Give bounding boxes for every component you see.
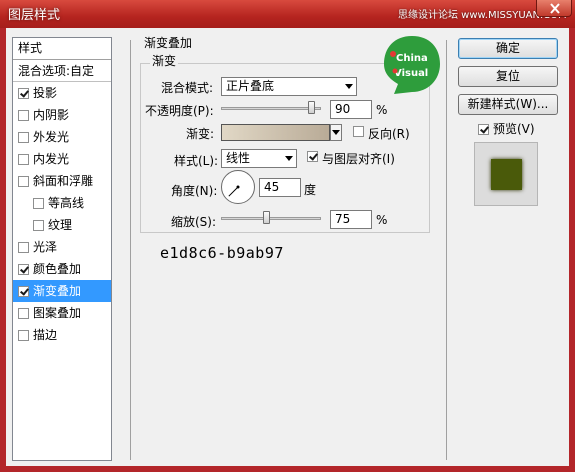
style-checkbox[interactable] [18, 330, 29, 341]
style-select[interactable]: 线性 [221, 149, 297, 168]
preview-toggle[interactable]: 预览(V) [478, 120, 535, 137]
opacity-percent: % [376, 103, 388, 117]
style-checkbox[interactable] [18, 110, 29, 121]
style-list-item[interactable]: 混合选项:自定 [13, 60, 111, 82]
style-list-item-label: 描边 [33, 328, 58, 342]
styles-list: 样式 混合选项:自定投影内阴影外发光内发光斜面和浮雕等高线纹理光泽颜色叠加渐变叠… [12, 37, 112, 461]
style-list-item[interactable]: 纹理 [13, 214, 111, 236]
blend-mode-select[interactable]: 正片叠底 [221, 77, 357, 96]
opacity-slider-thumb[interactable] [308, 101, 315, 114]
style-list-item[interactable]: 斜面和浮雕 [13, 170, 111, 192]
style-list-item[interactable]: 描边 [13, 324, 111, 346]
reverse-label: 反向(R) [368, 127, 410, 141]
panel-title: 渐变叠加 [142, 34, 195, 51]
style-list-item-label: 内阴影 [33, 108, 70, 122]
style-checkbox[interactable] [18, 154, 29, 165]
logo-text-line2: Visual [394, 68, 428, 79]
style-checkbox[interactable] [18, 176, 29, 187]
preview-thumbnail [474, 142, 538, 206]
style-list-item-label: 内发光 [33, 152, 70, 166]
style-list-item[interactable]: 等高线 [13, 192, 111, 214]
gradient-color-note: e1d8c6-b9ab97 [160, 244, 284, 262]
style-checkbox[interactable] [18, 286, 29, 297]
style-checkbox[interactable] [18, 264, 29, 275]
style-list-item-label: 外发光 [33, 130, 70, 144]
styles-list-header[interactable]: 样式 [13, 38, 111, 60]
opacity-label: 不透明度(P): [145, 104, 214, 118]
style-list-item-label: 混合选项:自定 [18, 64, 95, 78]
style-checkbox[interactable] [18, 242, 29, 253]
gradient-label: 渐变: [186, 127, 215, 141]
style-list-item-label: 投影 [33, 86, 58, 100]
gradient-swatch[interactable] [221, 124, 330, 141]
angle-dial-needle [228, 185, 240, 197]
title-bar: 图层样式 思缘设计论坛 www.MISSYUAN.COM [0, 0, 575, 28]
close-icon [550, 3, 560, 14]
style-list-item-label: 纹理 [48, 218, 73, 232]
chevron-down-icon [332, 130, 340, 135]
angle-unit: 度 [304, 183, 317, 197]
align-with-layer-label: 与图层对齐(I) [322, 152, 395, 166]
ok-button[interactable]: 确定 [458, 38, 558, 59]
scale-label: 缩放(S): [171, 215, 217, 229]
scale-percent: % [376, 213, 388, 227]
style-list-item[interactable]: 渐变叠加 [13, 280, 111, 302]
style-list-item[interactable]: 投影 [13, 82, 111, 104]
align-with-layer-checkbox[interactable] [307, 151, 318, 162]
style-checkbox[interactable] [18, 132, 29, 143]
close-button[interactable] [536, 0, 572, 17]
reset-button[interactable]: 复位 [458, 66, 558, 87]
style-list-item[interactable]: 内发光 [13, 148, 111, 170]
angle-dial[interactable] [221, 170, 255, 204]
gradient-dropdown-button[interactable] [330, 124, 342, 141]
section-title: 渐变 [150, 52, 179, 69]
style-label: 样式(L): [174, 154, 219, 168]
chevron-down-icon [285, 156, 293, 161]
preview-checkbox[interactable] [478, 124, 489, 135]
style-list-item-label: 等高线 [48, 196, 85, 210]
chevron-down-icon [345, 84, 353, 89]
opacity-slider-track[interactable] [221, 107, 321, 110]
reverse-checkbox[interactable] [353, 126, 364, 137]
style-checkbox[interactable] [18, 308, 29, 319]
style-list-item[interactable]: 颜色叠加 [13, 258, 111, 280]
style-list-item[interactable]: 外发光 [13, 126, 111, 148]
preview-swatch [491, 159, 522, 190]
angle-label: 角度(N): [171, 184, 218, 198]
style-list-item-label: 渐变叠加 [33, 284, 82, 298]
style-list-item-label: 光泽 [33, 240, 58, 254]
preview-label: 预览(V) [493, 122, 535, 136]
new-style-button[interactable]: 新建样式(W)... [458, 94, 558, 115]
window-title: 图层样式 [8, 8, 61, 23]
style-checkbox[interactable] [33, 220, 44, 231]
style-checkbox[interactable] [18, 88, 29, 99]
scale-slider-track[interactable] [221, 217, 321, 220]
style-list-item[interactable]: 光泽 [13, 236, 111, 258]
dialog-body: 样式 混合选项:自定 投影 内阴影 外发光 内发光 斜面和浮雕 等高线 纹理 光泽 颜色叠加 渐变叠… [6, 28, 569, 466]
style-checkbox[interactable] [33, 198, 44, 209]
scale-input[interactable]: 75 [330, 210, 372, 229]
opacity-input[interactable]: 90 [330, 100, 372, 119]
angle-input[interactable]: 45 [259, 178, 301, 197]
style-list-item-label: 图案叠加 [33, 306, 82, 320]
style-list-item-label: 斜面和浮雕 [33, 174, 94, 188]
style-value: 线性 [226, 151, 251, 165]
style-list-item-label: 颜色叠加 [33, 262, 82, 276]
logo-text-line1: China [396, 53, 428, 64]
style-list-item[interactable]: 内阴影 [13, 104, 111, 126]
divider [446, 40, 447, 460]
china-visual-logo: China Visual [384, 36, 440, 94]
scale-slider-thumb[interactable] [263, 211, 270, 224]
blend-mode-value: 正片叠底 [226, 79, 275, 93]
blend-mode-label: 混合模式: [161, 81, 214, 95]
divider [130, 40, 131, 460]
style-list-item[interactable]: 图案叠加 [13, 302, 111, 324]
